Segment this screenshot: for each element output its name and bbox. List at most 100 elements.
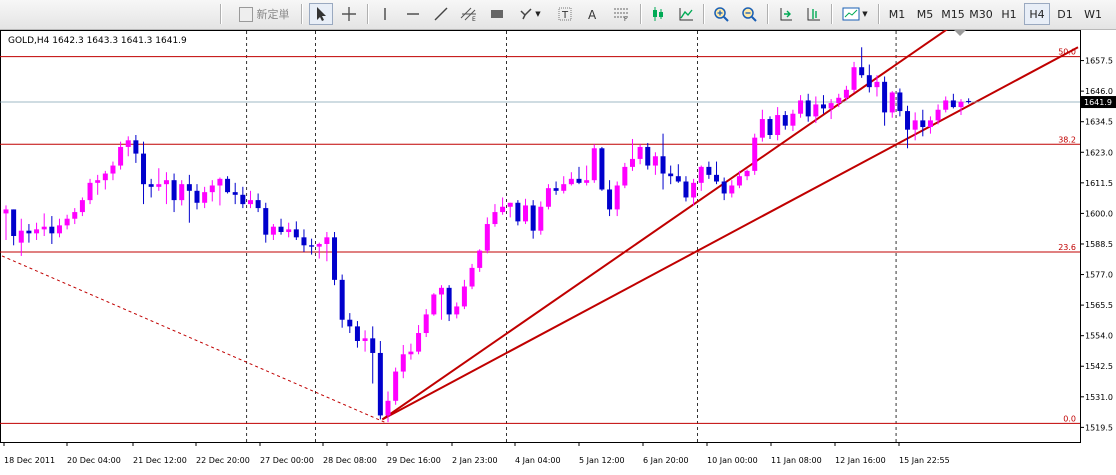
horizontal-line-button[interactable] bbox=[401, 3, 425, 25]
zoom-out-button[interactable] bbox=[737, 3, 761, 25]
svg-text:T: T bbox=[561, 10, 569, 21]
x-tick-label: 27 Dec 00:00 bbox=[260, 456, 314, 465]
candle-body bbox=[163, 180, 169, 185]
candle-body bbox=[859, 67, 865, 76]
candle-body bbox=[400, 354, 406, 372]
equidistant-channel-button[interactable]: E bbox=[457, 3, 481, 25]
candle-body bbox=[110, 165, 116, 174]
candle-body bbox=[339, 279, 345, 320]
candle-body bbox=[247, 200, 253, 205]
candle-body bbox=[507, 202, 513, 207]
candle-body bbox=[370, 338, 376, 353]
candle-body bbox=[538, 206, 544, 231]
y-tick-label: 1554.0 bbox=[1085, 332, 1113, 341]
candle-body bbox=[897, 92, 903, 112]
candle-body bbox=[759, 119, 765, 138]
crosshair-tool-button[interactable] bbox=[337, 3, 361, 25]
candle-body bbox=[767, 119, 773, 135]
candle-body bbox=[56, 225, 62, 234]
candle-body bbox=[752, 137, 758, 171]
y-tick-label: 1588.5 bbox=[1085, 240, 1113, 249]
arrows-dropdown-button[interactable]: ▼ bbox=[513, 3, 547, 25]
crosshair-icon bbox=[342, 7, 356, 21]
candlestick-icon bbox=[653, 7, 663, 21]
candle-body bbox=[721, 181, 727, 194]
zoom-in-icon bbox=[714, 7, 729, 22]
new-order-button[interactable]: 新定単 bbox=[232, 3, 296, 25]
candle-body bbox=[263, 208, 269, 235]
candle-body bbox=[286, 229, 292, 233]
toolbar-separator bbox=[767, 4, 769, 24]
vertical-line-button[interactable] bbox=[373, 3, 397, 25]
candle-body bbox=[599, 148, 605, 190]
y-tick-label: 1634.5 bbox=[1085, 118, 1113, 127]
line-chart-icon bbox=[679, 8, 693, 21]
candle-body bbox=[186, 184, 192, 191]
y-tick-label: 1565.5 bbox=[1085, 301, 1113, 310]
candle-body bbox=[416, 333, 422, 352]
timeframe-m30-button[interactable]: M30 bbox=[968, 3, 994, 25]
autoscroll-button[interactable] bbox=[773, 3, 797, 25]
candle-body bbox=[34, 229, 40, 234]
candle-body bbox=[72, 212, 78, 219]
timeframe-h4-button[interactable]: H4 bbox=[1024, 3, 1050, 25]
candle-body bbox=[431, 294, 437, 315]
rectangle-icon bbox=[491, 10, 503, 18]
fib-level-label: 0.0 bbox=[1063, 414, 1076, 423]
templates-dropdown-button[interactable]: ▼ bbox=[837, 3, 873, 25]
candle-body bbox=[492, 212, 498, 225]
candle-body bbox=[18, 230, 24, 243]
toolbar: 新定単 E ▼ T A F ▼ M1 M5 M15 M30 H1 H4 D1 W… bbox=[0, 0, 1116, 30]
candle-body bbox=[393, 371, 399, 401]
line-view-button[interactable] bbox=[674, 3, 698, 25]
candlestick-view-button[interactable] bbox=[646, 3, 670, 25]
timeframe-h1-button[interactable]: H1 bbox=[996, 3, 1022, 25]
candle-body bbox=[515, 202, 521, 222]
candle-body bbox=[293, 229, 299, 238]
trendline-button[interactable] bbox=[429, 3, 453, 25]
text-label-button[interactable]: A bbox=[581, 3, 605, 25]
candle-body bbox=[461, 286, 467, 307]
candle-body bbox=[301, 237, 307, 246]
y-tick-label: 1519.5 bbox=[1085, 423, 1113, 432]
timeframe-w1-button[interactable]: W1 bbox=[1080, 3, 1106, 25]
toolbar-separator bbox=[367, 4, 369, 24]
x-tick-label: 22 Dec 20:00 bbox=[196, 456, 250, 465]
fibonacci-button[interactable]: F bbox=[609, 3, 633, 25]
candle-body bbox=[141, 153, 147, 185]
candle-body bbox=[798, 100, 804, 114]
zoom-in-button[interactable] bbox=[709, 3, 733, 25]
chart-area[interactable]: 50.038.223.60.0 1657.51646.01634.51623.0… bbox=[0, 27, 1116, 471]
timeframe-m15-button[interactable]: M15 bbox=[940, 3, 966, 25]
candle-body bbox=[912, 120, 918, 130]
candle-body bbox=[637, 146, 643, 159]
candle-body bbox=[64, 218, 70, 226]
timeframe-m5-button[interactable]: M5 bbox=[912, 3, 938, 25]
candle-body bbox=[11, 209, 17, 236]
candle-body bbox=[202, 192, 208, 203]
dropdown-arrow-icon: ▼ bbox=[862, 10, 868, 18]
x-tick-label: 11 Jan 08:00 bbox=[771, 456, 822, 465]
candle-body bbox=[477, 250, 483, 268]
candle-body bbox=[561, 184, 567, 191]
timeframe-d1-button[interactable]: D1 bbox=[1052, 3, 1078, 25]
timeframe-m1-button[interactable]: M1 bbox=[884, 3, 910, 25]
toolbar-separator bbox=[831, 4, 833, 24]
arrows-icon bbox=[520, 8, 532, 20]
svg-text:E: E bbox=[472, 16, 476, 22]
candle-body bbox=[927, 120, 933, 128]
candle-body bbox=[79, 200, 85, 213]
fib-level-label: 38.2 bbox=[1058, 135, 1076, 144]
candle-body bbox=[309, 245, 315, 247]
candle-body bbox=[836, 97, 842, 104]
rectangle-button[interactable] bbox=[485, 3, 509, 25]
candle-body bbox=[576, 178, 582, 183]
chart-shift-button[interactable] bbox=[801, 3, 825, 25]
text-tool-button[interactable]: T bbox=[553, 3, 577, 25]
cursor-tool-button[interactable] bbox=[309, 3, 333, 25]
x-tick-label: 18 Dec 2011 bbox=[4, 456, 55, 465]
template-icon bbox=[842, 7, 860, 21]
candle-body bbox=[324, 237, 330, 244]
toolbar-separator bbox=[703, 4, 705, 24]
zoom-out-icon bbox=[742, 7, 757, 22]
